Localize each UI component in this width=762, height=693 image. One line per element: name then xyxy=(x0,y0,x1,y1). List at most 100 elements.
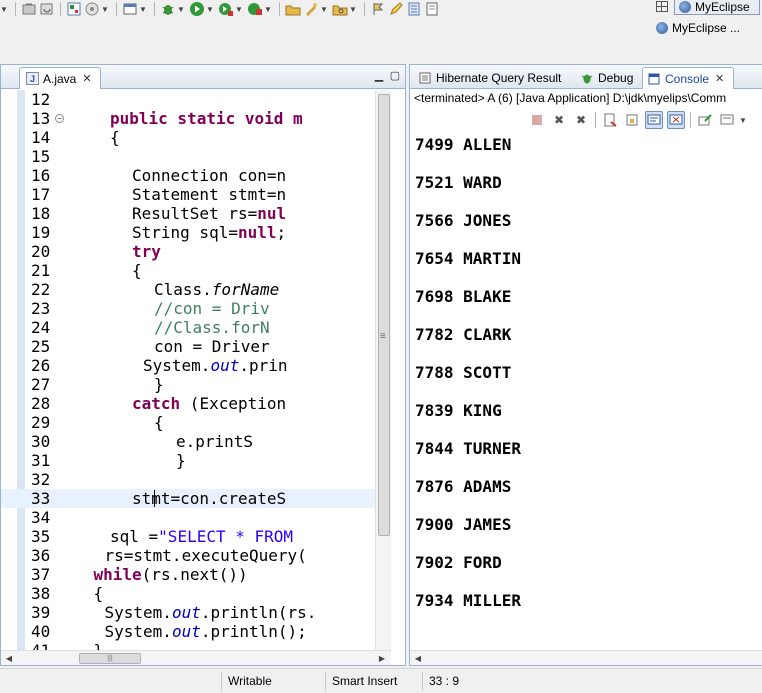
code-line[interactable]: 23 //con = Driv xyxy=(1,299,375,318)
search-folder-icon[interactable] xyxy=(332,1,348,17)
scroll-left-icon[interactable]: ◀ xyxy=(2,652,16,664)
code-line[interactable]: 20 try xyxy=(1,242,375,261)
code-line[interactable]: 30 e.printS xyxy=(1,432,375,451)
status-insert-mode[interactable]: Smart Insert xyxy=(325,672,422,691)
tab-debug[interactable]: Debug xyxy=(576,67,637,89)
open-browser-icon[interactable] xyxy=(122,1,138,17)
chevron-down-icon[interactable]: ▼ xyxy=(264,1,272,17)
scrollbar-thumb[interactable]: ||| xyxy=(79,653,141,664)
console-output[interactable]: 7499 ALLEN 7521 WARD 7566 JONES 7654 MARTIN… xyxy=(410,133,762,653)
code-line[interactable]: 29 { xyxy=(1,413,375,432)
code-line[interactable]: 16 Connection con=n xyxy=(1,166,375,185)
code-token: { xyxy=(93,584,104,603)
code-text: } xyxy=(94,641,104,650)
code-line[interactable]: 24 //Class.forN xyxy=(1,318,375,337)
chevron-down-icon[interactable]: ▼ xyxy=(0,1,8,17)
code-line[interactable]: 41} xyxy=(1,641,375,650)
main-toolbar: ▼ ▼ ▼ ▼ ▼ ▼ ▼ ▼ ▼ MyEclipse MyEclipse ..… xyxy=(0,0,762,64)
pin-icon[interactable] xyxy=(406,1,422,17)
pencil-icon[interactable] xyxy=(388,1,404,17)
chevron-down-icon[interactable]: ▼ xyxy=(320,1,328,17)
line-number: 13 xyxy=(31,109,51,128)
perspective-myeclipse-active[interactable]: MyEclipse xyxy=(674,0,760,15)
code-line[interactable]: 39 System.out.println(rs. xyxy=(1,603,375,622)
code-token: System. xyxy=(104,603,172,622)
code-line[interactable]: 36 rs=stmt.executeQuery( xyxy=(1,546,375,565)
close-icon[interactable]: ✕ xyxy=(82,72,91,85)
code-line[interactable]: 14 { xyxy=(1,128,375,147)
code-line[interactable]: 40 System.out.println(); xyxy=(1,622,375,641)
run-server-icon[interactable] xyxy=(84,1,100,17)
show-on-error-icon[interactable] xyxy=(667,111,685,129)
chevron-down-icon[interactable]: ▼ xyxy=(139,1,147,17)
coverage-icon[interactable] xyxy=(247,1,263,17)
code-area[interactable]: 12 13− public static void m 14 {15 16 Connecti… xyxy=(1,90,375,650)
editor-vertical-scrollbar[interactable]: ≡ xyxy=(375,90,391,650)
publish-icon[interactable] xyxy=(21,1,37,17)
scroll-right-icon[interactable]: ▶ xyxy=(375,652,389,664)
close-icon[interactable]: ✕ xyxy=(715,72,724,85)
code-line[interactable]: 22 Class.forName xyxy=(1,280,375,299)
tab-a-java[interactable]: J A.java ✕ xyxy=(19,67,101,89)
tab-console[interactable]: Console ✕ xyxy=(642,67,734,89)
chevron-down-icon[interactable]: ▼ xyxy=(206,1,214,17)
open-perspective-icon[interactable] xyxy=(656,1,668,12)
code-token: Class. xyxy=(154,280,212,299)
next-annotation-icon[interactable] xyxy=(370,1,386,17)
code-line[interactable]: 17 Statement stmt=n xyxy=(1,185,375,204)
code-text: } xyxy=(176,451,186,470)
run-icon[interactable] xyxy=(189,1,205,17)
scroll-lock-icon[interactable] xyxy=(623,111,641,129)
code-line[interactable]: 18 ResultSet rs=nul xyxy=(1,204,375,223)
code-line[interactable]: 33 stmt=con.createS xyxy=(1,489,375,508)
editor-horizontal-scrollbar[interactable]: ◀ ||| ▶ xyxy=(1,650,391,665)
show-on-output-icon[interactable] xyxy=(645,111,663,129)
code-line[interactable]: 15 xyxy=(1,147,375,166)
toolbar-separator xyxy=(154,2,155,16)
code-line[interactable]: 27} xyxy=(1,375,375,394)
terminate-icon[interactable] xyxy=(528,111,546,129)
display-console-icon[interactable] xyxy=(718,111,736,129)
chevron-down-icon[interactable]: ▼ xyxy=(101,1,109,17)
chevron-down-icon[interactable]: ▼ xyxy=(235,1,243,17)
redeploy-icon[interactable] xyxy=(39,1,55,17)
code-text: ResultSet rs=nul xyxy=(132,204,286,223)
code-line[interactable]: 19 String sql=null; xyxy=(1,223,375,242)
code-line[interactable]: 25 con = Driver xyxy=(1,337,375,356)
code-line[interactable]: 34 xyxy=(1,508,375,527)
code-text: public static void m xyxy=(110,109,303,128)
chevron-down-icon[interactable]: ▼ xyxy=(739,116,747,125)
debug-bug-icon[interactable] xyxy=(160,1,176,17)
remove-all-terminated-icon[interactable]: ✖ xyxy=(572,111,590,129)
new-wizard-icon[interactable] xyxy=(66,1,82,17)
external-tools-icon[interactable] xyxy=(218,1,234,17)
code-line[interactable]: 13− public static void m xyxy=(1,109,375,128)
open-type-icon[interactable] xyxy=(303,1,319,17)
scrollbar-thumb[interactable]: ≡ xyxy=(378,94,390,536)
scroll-left-icon[interactable]: ◀ xyxy=(411,652,425,664)
code-line[interactable]: 28 catch (Exception xyxy=(1,394,375,413)
console-output-line: 7654 MARTIN xyxy=(415,249,521,268)
code-line[interactable]: 38 { xyxy=(1,584,375,603)
open-folder-icon[interactable] xyxy=(285,1,301,17)
console-horizontal-scrollbar[interactable]: ◀ xyxy=(410,650,762,665)
code-line[interactable]: 35 sql ="SELECT * FROM xyxy=(1,527,375,546)
code-line[interactable]: 31} xyxy=(1,451,375,470)
chevron-down-icon[interactable]: ▼ xyxy=(349,1,357,17)
fold-toggle-icon[interactable]: − xyxy=(55,114,64,123)
maximize-icon[interactable]: ▢ xyxy=(389,69,401,82)
code-line[interactable]: 21 { xyxy=(1,261,375,280)
clear-console-icon[interactable] xyxy=(601,111,619,129)
perspective-myeclipse-other[interactable]: MyEclipse ... xyxy=(656,20,762,36)
document-icon[interactable] xyxy=(424,1,440,17)
line-number: 39 xyxy=(31,603,51,622)
code-line[interactable]: 32 xyxy=(1,470,375,489)
code-line[interactable]: 26 System.out.prin xyxy=(1,356,375,375)
code-line[interactable]: 37 while(rs.next()) xyxy=(1,565,375,584)
remove-launch-icon[interactable]: ✖ xyxy=(550,111,568,129)
pin-console-icon[interactable] xyxy=(696,111,714,129)
tab-hibernate-query-result[interactable]: Hibernate Query Result xyxy=(414,67,565,89)
code-line[interactable]: 12 xyxy=(1,90,375,109)
minimize-icon[interactable]: ▁ xyxy=(373,69,385,82)
chevron-down-icon[interactable]: ▼ xyxy=(177,1,185,17)
